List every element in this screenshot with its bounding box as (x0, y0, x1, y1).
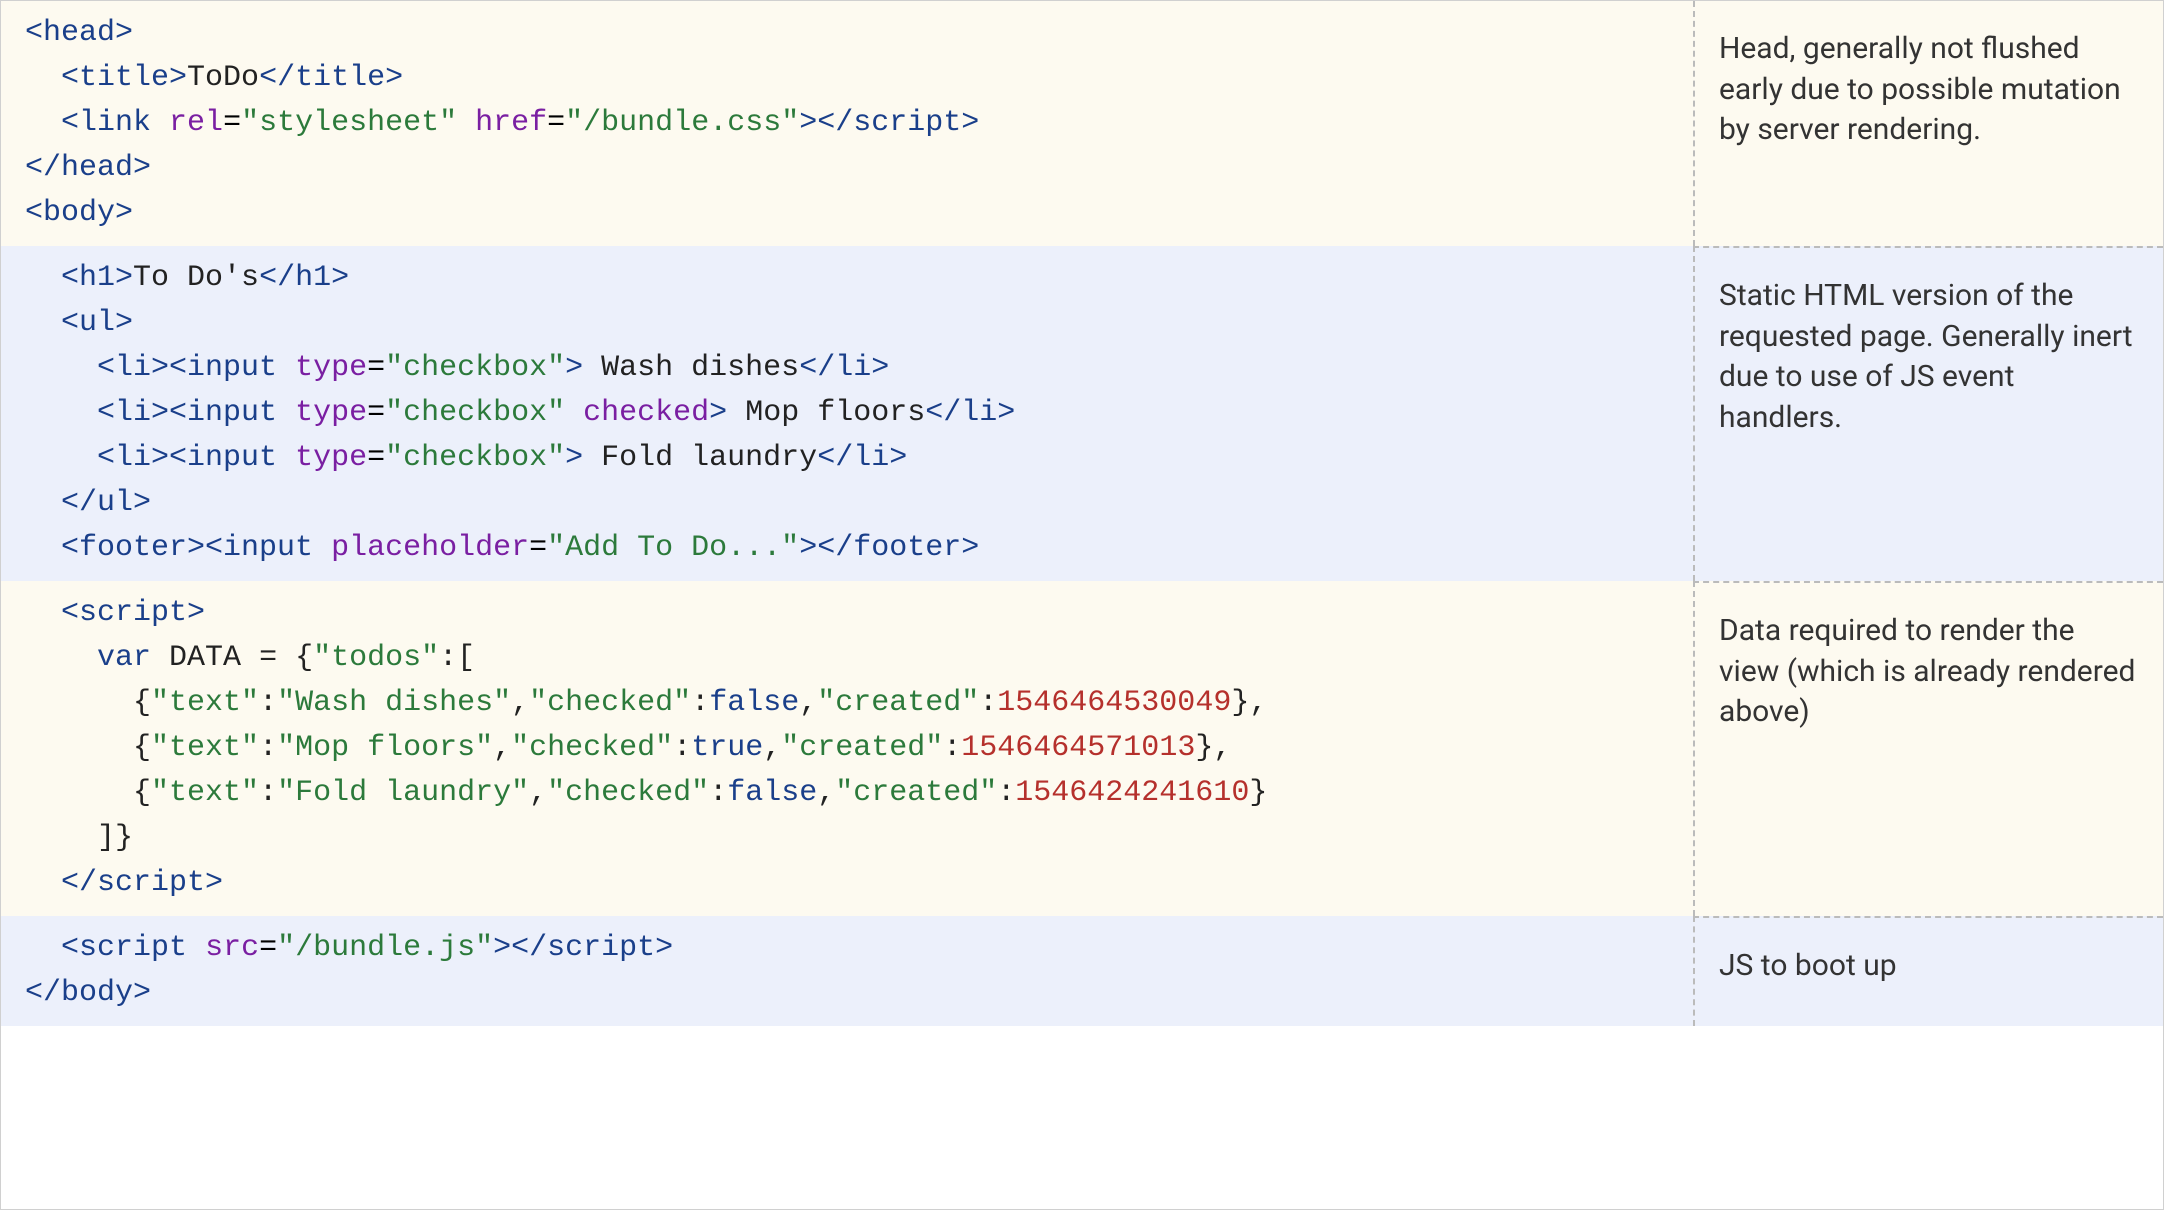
code-cell: <script> var DATA = {"todos":[ {"text":"… (1, 581, 1693, 916)
description-cell: Head, generally not flushed early due to… (1693, 1, 2163, 246)
description-cell: JS to boot up (1693, 916, 2163, 1026)
table-row: <h1>To Do's</h1> <ul> <li><input type="c… (1, 246, 2163, 581)
description-cell: Data required to render the view (which … (1693, 581, 2163, 916)
code-cell: <h1>To Do's</h1> <ul> <li><input type="c… (1, 246, 1693, 581)
code-cell: <head> <title>ToDo</title> <link rel="st… (1, 1, 1693, 246)
table-row: <script> var DATA = {"todos":[ {"text":"… (1, 581, 2163, 916)
code-cell: <script src="/bundle.js"></script> </bod… (1, 916, 1693, 1026)
code-explanation-table: <head> <title>ToDo</title> <link rel="st… (0, 0, 2164, 1210)
table-row: <head> <title>ToDo</title> <link rel="st… (1, 1, 2163, 246)
description-cell: Static HTML version of the requested pag… (1693, 246, 2163, 581)
table-row: <script src="/bundle.js"></script> </bod… (1, 916, 2163, 1026)
